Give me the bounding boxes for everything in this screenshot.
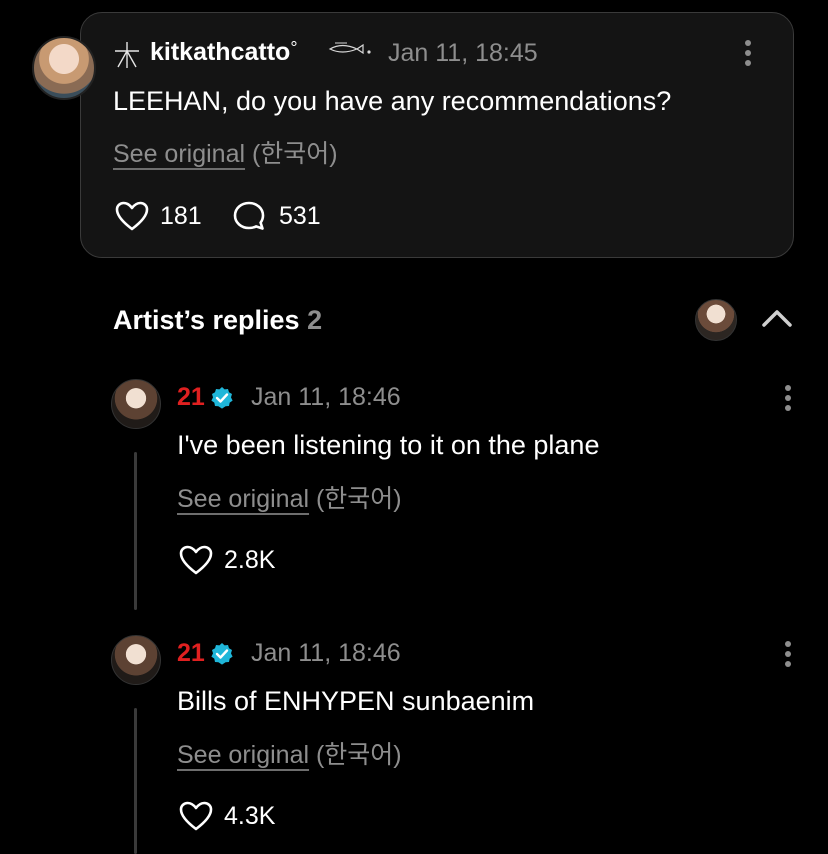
artist-avatar-small — [695, 299, 737, 341]
see-original-reply[interactable]: See original (한국어) — [177, 735, 402, 771]
language-label: (한국어) — [315, 741, 402, 769]
language-label: (한국어) — [251, 140, 338, 168]
heart-icon[interactable] — [178, 544, 214, 576]
reply-artist-name[interactable]: 21 — [177, 383, 205, 412]
see-original-post[interactable]: See original (한국어) — [113, 134, 338, 170]
reply-like-count: 2.8K — [224, 546, 276, 574]
thread-line — [134, 708, 137, 854]
verified-badge-icon — [211, 387, 233, 409]
artist-avatar[interactable] — [111, 379, 161, 429]
fish-sparkle-icon — [328, 42, 371, 55]
artist-replies-title: Artist’s replies — [113, 305, 300, 335]
see-original-link[interactable]: See original — [113, 140, 245, 168]
like-count: 181 — [160, 202, 202, 230]
reply-timestamp: Jan 11, 18:46 — [251, 383, 401, 411]
language-label: (한국어) — [315, 485, 402, 513]
heart-icon[interactable] — [178, 800, 214, 832]
post-username[interactable]: kitkathcatto° — [150, 38, 298, 67]
chevron-up-icon[interactable] — [760, 306, 794, 330]
more-vertical-icon[interactable] — [784, 641, 792, 669]
comment-bubble-icon[interactable] — [232, 200, 266, 232]
reply-artist-name[interactable]: 21 — [177, 639, 205, 668]
artist-avatar[interactable] — [111, 635, 161, 685]
reply-text: I've been listening to it on the plane — [177, 430, 600, 460]
thread-line — [134, 452, 137, 610]
artist-replies-header[interactable]: Artist’s replies 2 — [113, 305, 322, 336]
reply-text: Bills of ENHYPEN sunbaenim — [177, 686, 535, 716]
comment-count: 531 — [279, 202, 321, 230]
post-text: LEEHAN, do you have any recommendations? — [113, 86, 672, 116]
verified-badge-icon — [211, 643, 233, 665]
artist-replies-count: 2 — [307, 305, 323, 335]
post-timestamp: Jan 11, 18:45 — [388, 39, 538, 67]
heart-icon[interactable] — [114, 200, 150, 232]
see-original-link[interactable]: See original — [177, 741, 309, 769]
more-vertical-icon[interactable] — [744, 40, 752, 68]
reply-like-count: 4.3K — [224, 802, 276, 830]
user-avatar[interactable] — [32, 36, 96, 100]
star-outline-icon — [115, 42, 139, 68]
see-original-reply[interactable]: See original (한국어) — [177, 479, 402, 515]
more-vertical-icon[interactable] — [784, 385, 792, 413]
see-original-link[interactable]: See original — [177, 485, 309, 513]
reply-timestamp: Jan 11, 18:46 — [251, 639, 401, 667]
